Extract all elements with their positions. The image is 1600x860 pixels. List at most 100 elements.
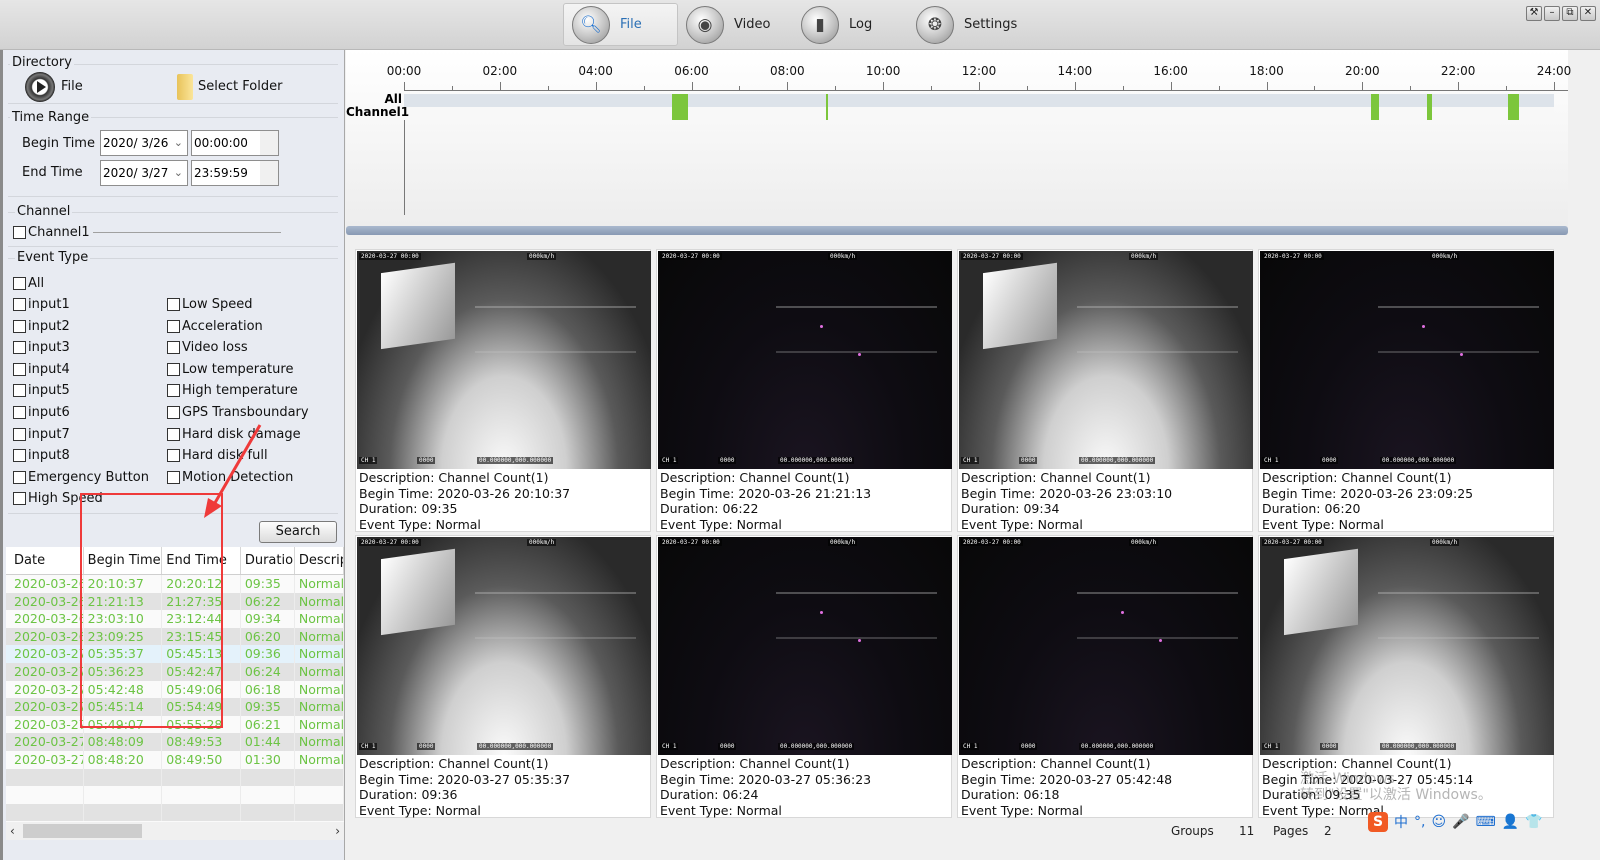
checkbox-box[interactable] bbox=[13, 319, 26, 333]
timeline-track-channel1[interactable] bbox=[404, 107, 1554, 120]
time-spinner[interactable] bbox=[260, 131, 278, 155]
column-header-begin-time[interactable]: Begin Time bbox=[84, 547, 163, 574]
begin-date-picker[interactable]: 2020/ 3/26 ⌄ bbox=[100, 130, 188, 156]
column-header-description[interactable]: Descrip bbox=[295, 547, 344, 574]
event-gps-transboundary-checkbox[interactable]: GPS Transboundary bbox=[167, 405, 309, 420]
file-play-icon[interactable] bbox=[25, 72, 55, 102]
tab-file[interactable]: 🔍︎ File bbox=[563, 3, 678, 46]
recording-card[interactable]: 2020-03-27 00:00 000km/h CH 1 0000 00.000000… bbox=[957, 535, 1253, 818]
video-thumbnail[interactable]: 2020-03-27 00:00 000km/h CH 1 0000 00.000000… bbox=[1260, 251, 1554, 469]
video-thumbnail[interactable]: 2020-03-27 00:00 000km/h CH 1 0000 00.000000… bbox=[1260, 537, 1554, 755]
table-row[interactable]: 2020-03-27 05:42:48 05:49:06 06:18 Normal bbox=[6, 680, 344, 699]
column-header-date[interactable]: Date bbox=[6, 547, 84, 574]
event-input5-checkbox[interactable]: input5 bbox=[13, 383, 70, 398]
ime-item-icon[interactable]: °, bbox=[1414, 814, 1425, 830]
table-row[interactable]: 2020-03-26 23:09:25 23:15:45 06:20 Normal bbox=[6, 627, 344, 646]
event-high-temperature-checkbox[interactable]: High temperature bbox=[167, 383, 298, 398]
tab-log[interactable]: ▮ Log bbox=[793, 3, 908, 46]
recording-card[interactable]: 2020-03-27 00:00 000km/h CH 1 0000 00.000000… bbox=[1258, 249, 1554, 532]
checkbox-box[interactable] bbox=[13, 406, 26, 419]
recording-card[interactable]: 2020-03-27 00:00 000km/h CH 1 0000 00.000000… bbox=[355, 249, 651, 532]
select-folder-option[interactable]: Select Folder bbox=[198, 79, 282, 94]
checkbox-box[interactable] bbox=[13, 470, 26, 484]
ime-item-icon[interactable]: ☺ bbox=[1431, 814, 1446, 830]
video-thumbnail[interactable]: 2020-03-27 00:00 000km/h CH 1 0000 00.000000… bbox=[357, 251, 651, 469]
table-row[interactable]: 2020-03-27 08:48:20 08:49:50 01:30 Normal bbox=[6, 750, 344, 769]
folder-icon[interactable] bbox=[177, 74, 193, 100]
timeline-track-all[interactable] bbox=[404, 94, 1554, 107]
timeline-recording-segment[interactable] bbox=[1427, 94, 1433, 120]
timeline-recording-segment[interactable] bbox=[1370, 94, 1379, 120]
ime-toolbar[interactable]: S 中 °, ☺ 🎤 ⌨ 👤 👕 bbox=[1368, 812, 1543, 832]
timeline-cursor[interactable] bbox=[404, 120, 405, 215]
checkbox-box[interactable] bbox=[167, 427, 180, 441]
time-spinner[interactable] bbox=[260, 161, 278, 185]
table-row[interactable]: 2020-03-27 08:48:09 08:49:53 01:44 Normal bbox=[6, 733, 344, 751]
tool-button[interactable]: ⚒ bbox=[1526, 6, 1542, 21]
checkbox-box[interactable] bbox=[167, 362, 180, 376]
end-time-input[interactable]: 23:59:59 bbox=[191, 160, 279, 186]
end-date-picker[interactable]: 2020/ 3/27 ⌄ bbox=[100, 160, 188, 186]
tab-video[interactable]: ◉ Video bbox=[678, 3, 793, 46]
timeline-panel[interactable]: 00:00 02:00 04:00 06:00 08:00 10:00 12:00 14:00… bbox=[346, 50, 1571, 235]
event-input1-checkbox[interactable]: input1 bbox=[13, 297, 70, 312]
checkbox-box[interactable] bbox=[167, 384, 180, 398]
chevron-down-icon[interactable]: ⌄ bbox=[174, 161, 183, 185]
recording-card[interactable]: 2020-03-27 00:00 000km/h CH 1 0000 00.000000… bbox=[957, 249, 1253, 532]
minimize-button[interactable]: – bbox=[1544, 6, 1560, 21]
event-emergency-button-checkbox[interactable]: Emergency Button bbox=[13, 470, 149, 485]
scroll-left-icon[interactable]: ‹ bbox=[10, 822, 15, 840]
table-row[interactable] bbox=[6, 786, 344, 804]
timeline-scrollbar[interactable] bbox=[346, 226, 1568, 235]
timeline-recording-segment[interactable] bbox=[1508, 94, 1519, 120]
event-input3-checkbox[interactable]: input3 bbox=[13, 340, 70, 355]
checkbox-box[interactable] bbox=[13, 427, 26, 441]
begin-time-input[interactable]: 00:00:00 bbox=[191, 130, 279, 156]
recording-card[interactable]: 2020-03-27 00:00 000km/h CH 1 0000 00.000000… bbox=[656, 535, 952, 818]
table-row[interactable]: 2020-03-27 05:36:23 05:42:47 06:24 Normal bbox=[6, 662, 344, 681]
chevron-down-icon[interactable]: ⌄ bbox=[174, 131, 183, 155]
video-thumbnail[interactable]: 2020-03-27 00:00 000km/h CH 1 0000 00.000000… bbox=[658, 251, 952, 469]
table-horizontal-scrollbar[interactable]: ‹ › bbox=[6, 822, 344, 840]
recording-card[interactable]: 2020-03-27 00:00 000km/h CH 1 0000 00.000000… bbox=[355, 535, 651, 818]
ime-item-icon[interactable]: 👤 bbox=[1502, 814, 1519, 830]
table-row[interactable]: 2020-03-26 23:03:10 23:12:44 09:34 Normal bbox=[6, 610, 344, 628]
close-button[interactable]: ✕ bbox=[1580, 6, 1596, 21]
event-input8-checkbox[interactable]: input8 bbox=[13, 448, 70, 463]
timeline-recording-segment[interactable] bbox=[672, 94, 689, 120]
event-hard-disk-damage-checkbox[interactable]: Hard disk damage bbox=[167, 427, 301, 442]
event-acceleration-checkbox[interactable]: Acceleration bbox=[167, 319, 263, 334]
scrollbar-thumb[interactable] bbox=[23, 824, 142, 838]
event-input7-checkbox[interactable]: input7 bbox=[13, 427, 70, 442]
checkbox-box[interactable] bbox=[167, 449, 180, 463]
video-thumbnail[interactable]: 2020-03-27 00:00 000km/h CH 1 0000 00.000000… bbox=[959, 251, 1253, 469]
video-thumbnail[interactable]: 2020-03-27 00:00 000km/h CH 1 0000 00.000000… bbox=[658, 537, 952, 755]
restore-button[interactable]: ⧉ bbox=[1562, 6, 1578, 21]
checkbox-box[interactable] bbox=[167, 319, 180, 333]
search-button[interactable]: Search bbox=[259, 521, 337, 543]
ime-item-icon[interactable]: 🎤 bbox=[1452, 814, 1469, 830]
checkbox-box[interactable] bbox=[167, 298, 180, 311]
recording-card[interactable]: 2020-03-27 00:00 000km/h CH 1 0000 00.000000… bbox=[656, 249, 952, 532]
checkbox-box[interactable] bbox=[13, 298, 26, 311]
event-video-loss-checkbox[interactable]: Video loss bbox=[167, 340, 248, 355]
event-low-speed-checkbox[interactable]: Low Speed bbox=[167, 297, 252, 312]
table-row[interactable] bbox=[6, 768, 344, 787]
ime-item-icon[interactable]: ⌨ bbox=[1476, 814, 1496, 830]
ime-item-icon[interactable]: 中 bbox=[1394, 812, 1408, 832]
column-header-end-time[interactable]: End Time bbox=[162, 547, 241, 574]
checkbox-box[interactable] bbox=[13, 362, 26, 376]
timeline-recording-segment[interactable] bbox=[825, 94, 828, 120]
checkbox-box[interactable] bbox=[167, 341, 180, 355]
table-row[interactable]: 2020-03-27 05:49:07 05:55:28 06:21 Normal bbox=[6, 715, 344, 734]
event-input4-checkbox[interactable]: input4 bbox=[13, 362, 70, 377]
checkbox-box[interactable] bbox=[13, 341, 26, 355]
table-row[interactable]: 2020-03-27 05:45:14 05:54:49 09:35 Normal bbox=[6, 698, 344, 716]
event-low-temperature-checkbox[interactable]: Low temperature bbox=[167, 362, 293, 377]
column-header-duration[interactable]: Duration bbox=[241, 547, 295, 574]
video-thumbnail[interactable]: 2020-03-27 00:00 000km/h CH 1 0000 00.000000… bbox=[959, 537, 1253, 755]
checkbox-box[interactable] bbox=[167, 470, 180, 484]
sogou-logo-icon[interactable]: S bbox=[1368, 812, 1388, 832]
checkbox-box[interactable] bbox=[167, 406, 180, 419]
table-row[interactable]: 2020-03-26 20:10:37 20:20:12 09:35 Normal bbox=[6, 575, 344, 593]
